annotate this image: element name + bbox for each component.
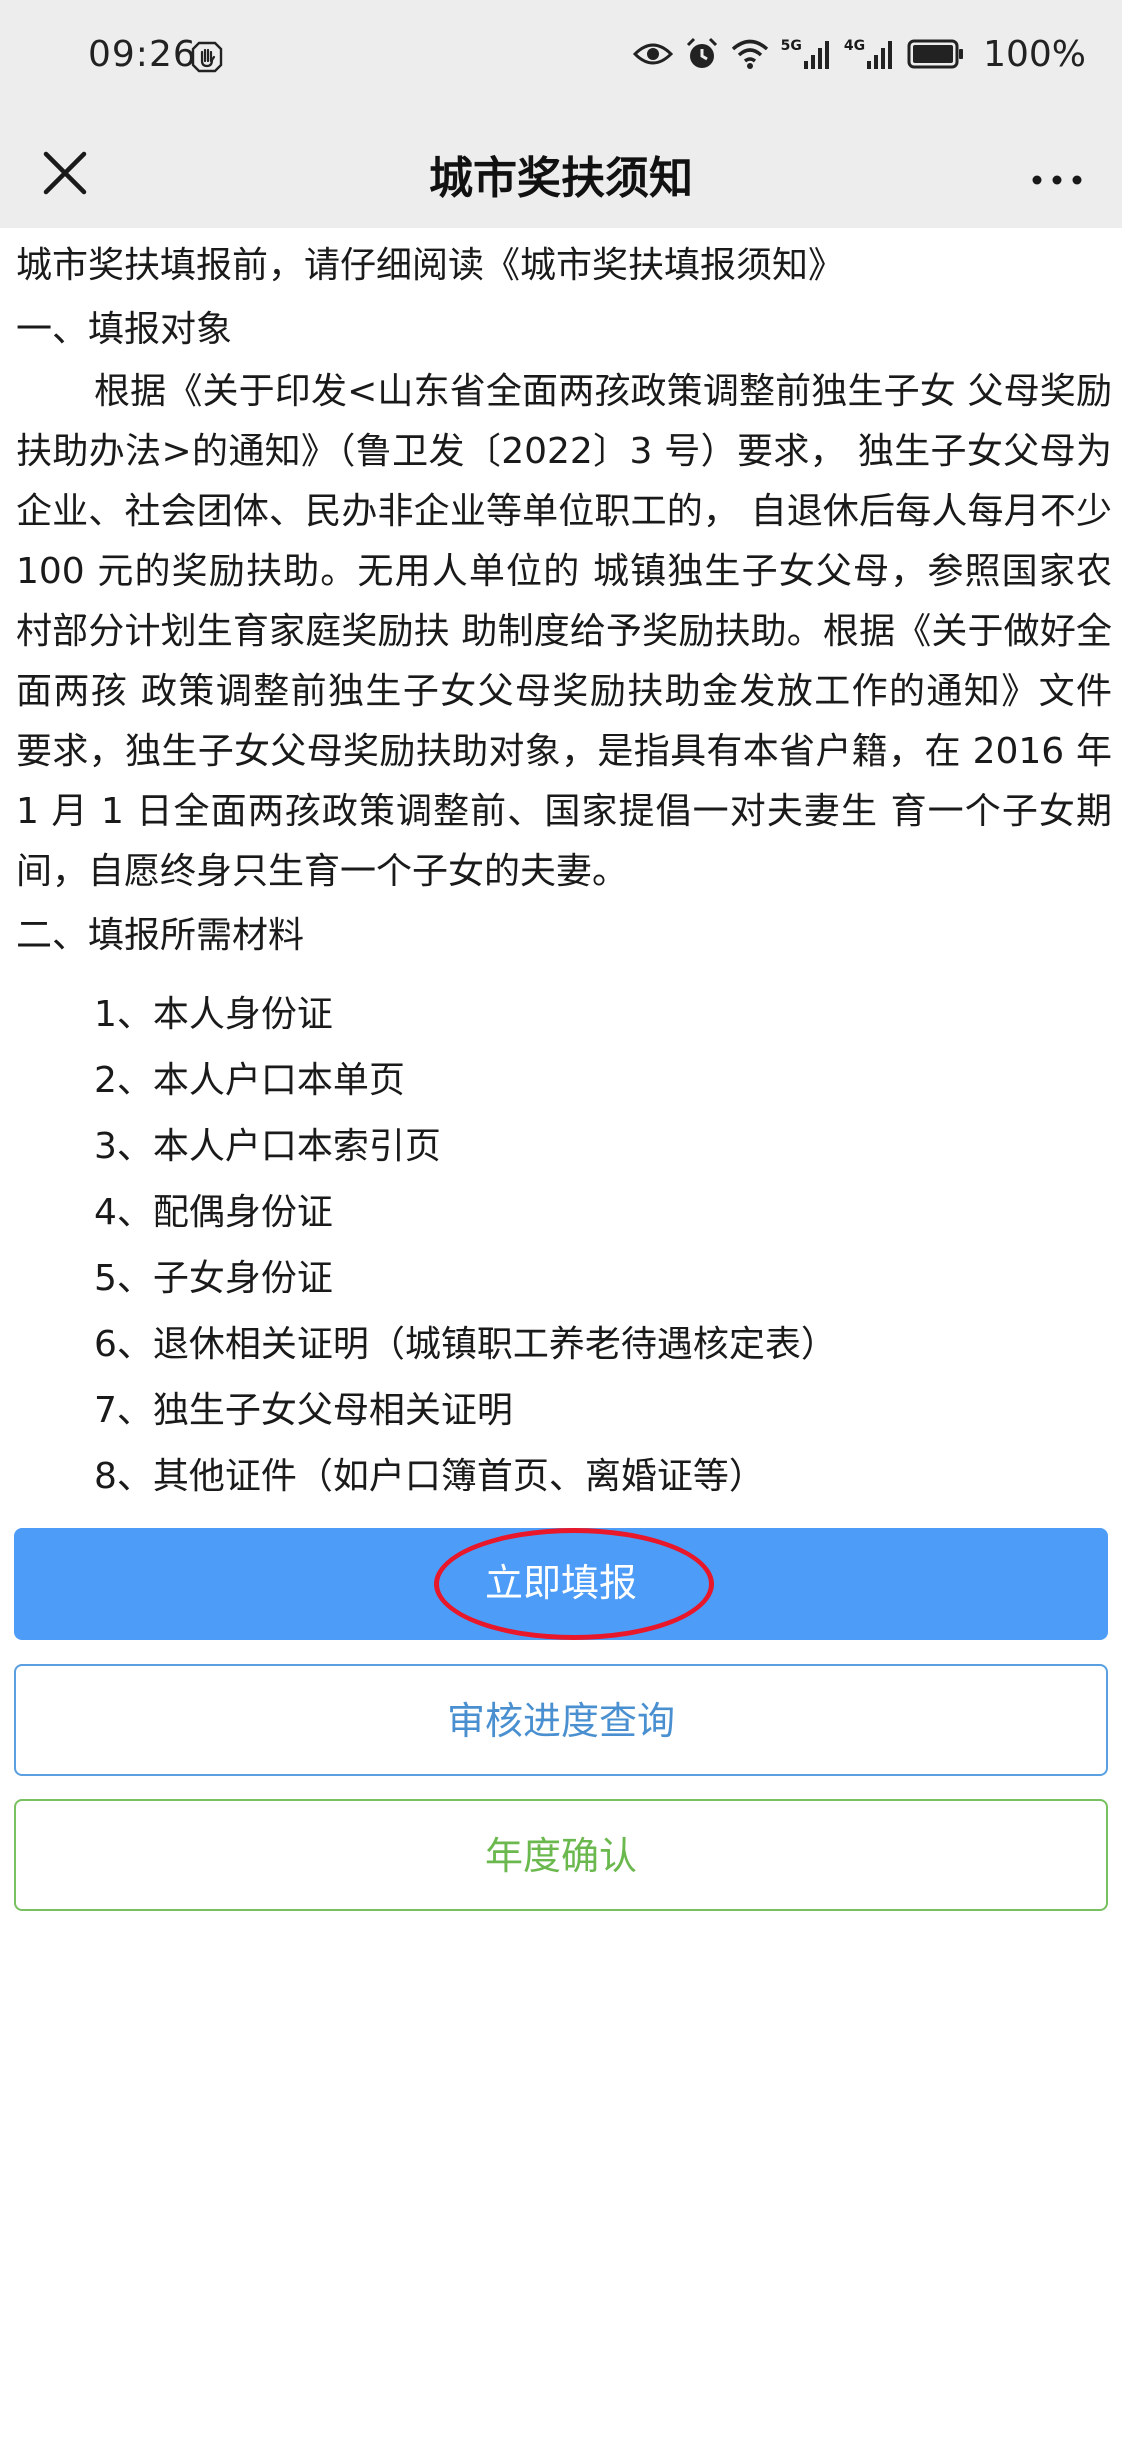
section-1-title: 一、填报对象 [16, 309, 233, 350]
section-2-title: 二、填报所需材料 [16, 915, 305, 956]
list-item: 2、本人户口本单页 [94, 1060, 405, 1101]
section-1-body: 根据《关于印发<山东省全面两孩政策调整前独生子女 父母奖励扶助办法>的通知》（鲁… [16, 371, 1112, 892]
list-item: 5、子女身份证 [94, 1258, 333, 1299]
hand-stop-icon [191, 41, 223, 73]
list-item: 1、本人身份证 [94, 994, 333, 1035]
nav-bar: 城市奖扶须知 [0, 118, 1122, 228]
eye-icon [632, 43, 673, 65]
status-icons: 5G 4G 100% [632, 33, 1086, 75]
review-progress-button[interactable]: 审核进度查询 [14, 1664, 1108, 1776]
list-item: 7、独生子女父母相关证明 [94, 1390, 513, 1431]
status-bar: 09:26 5G 4G 100% [0, 0, 1122, 118]
signal-bars-icon [803, 41, 829, 69]
signal-4g: 4G [844, 39, 895, 69]
alarm-icon [686, 37, 717, 68]
list-item: 6、退休相关证明（城镇职工养老待遇核定表） [94, 1324, 837, 1365]
intro-text: 城市奖扶填报前，请仔细阅读《城市奖扶填报须知》 [16, 245, 845, 286]
more-icon[interactable] [1022, 138, 1092, 208]
signal-bars-icon [867, 41, 893, 69]
list-item: 8、其他证件（如户口簿首页、离婚证等） [94, 1456, 765, 1497]
battery-icon [907, 39, 964, 69]
battery-percentage: 100% [983, 33, 1086, 75]
list-item: 4、配偶身份证 [94, 1192, 333, 1233]
materials-list: 1、本人身份证 2、本人户口本单页 3、本人户口本索引页 4、配偶身份证 5、子… [16, 982, 1112, 1510]
page-title: 城市奖扶须知 [429, 153, 693, 204]
notice-content: 城市奖扶填报前，请仔细阅读《城市奖扶填报须知》 一、填报对象 根据《关于印发<山… [16, 234, 1112, 1510]
wifi-icon [731, 39, 768, 69]
signal-5g: 5G [781, 39, 832, 69]
submit-now-button[interactable]: 立即填报 [14, 1528, 1108, 1640]
annual-confirm-button[interactable]: 年度确认 [14, 1799, 1108, 1911]
status-time: 09:26 [88, 34, 197, 75]
list-item: 3、本人户口本索引页 [94, 1126, 441, 1167]
